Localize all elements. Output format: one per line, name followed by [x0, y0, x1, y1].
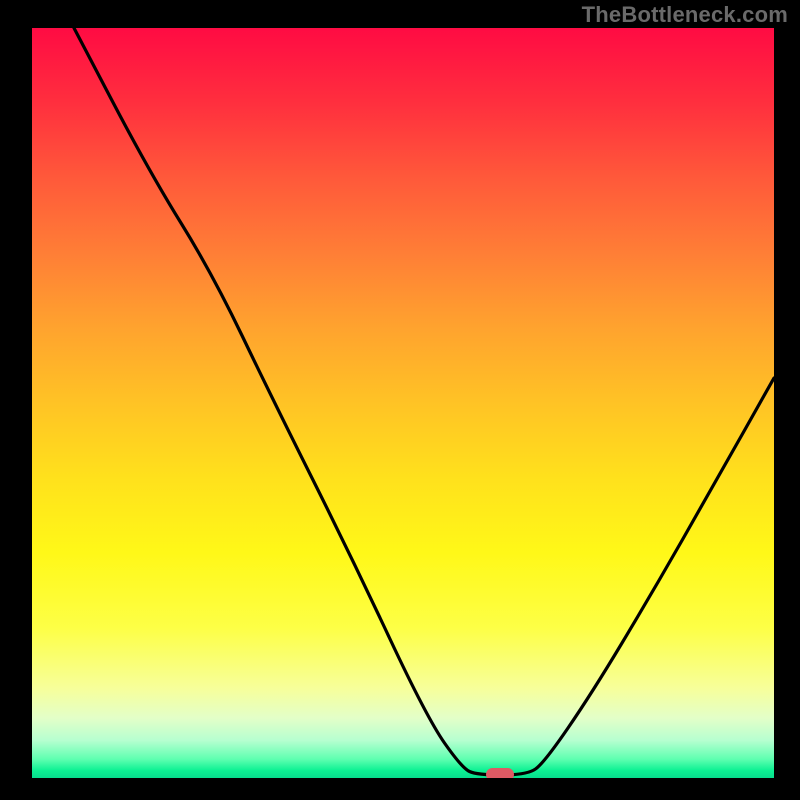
- curve-path: [74, 28, 774, 775]
- watermark-text: TheBottleneck.com: [582, 2, 788, 28]
- plot-area: [32, 28, 774, 778]
- bottleneck-curve: [32, 28, 774, 778]
- optimal-point-marker: [486, 768, 514, 779]
- chart-frame: TheBottleneck.com: [0, 0, 800, 800]
